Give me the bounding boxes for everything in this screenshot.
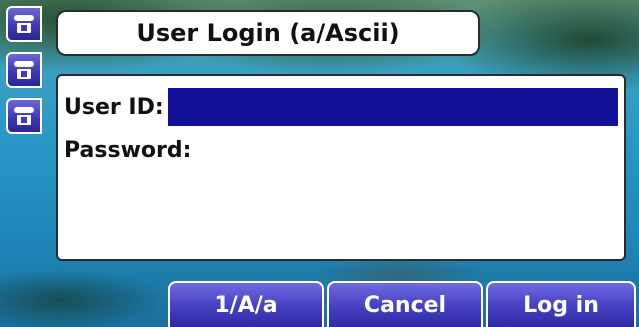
line-key-3[interactable]	[6, 98, 42, 134]
page-title: User Login (a/Ascii)	[136, 19, 400, 47]
title-bar: User Login (a/Ascii)	[56, 10, 480, 56]
phone-handset-icon	[14, 107, 34, 125]
line-key-1[interactable]	[6, 6, 42, 42]
password-field[interactable]	[195, 134, 618, 166]
phone-handset-icon	[14, 61, 34, 79]
password-label: Password:	[64, 137, 192, 163]
user-id-row: User ID:	[64, 88, 618, 126]
password-row: Password:	[64, 134, 618, 166]
cancel-button[interactable]: Cancel	[327, 281, 483, 327]
line-key-2[interactable]	[6, 52, 42, 88]
input-mode-button[interactable]: 1/A/a	[168, 281, 324, 327]
user-id-field[interactable]	[167, 88, 618, 126]
login-button[interactable]: Log in	[486, 281, 636, 327]
user-id-label: User ID:	[64, 94, 164, 120]
login-panel: User ID: Password:	[56, 74, 626, 261]
phone-handset-icon	[14, 15, 34, 33]
